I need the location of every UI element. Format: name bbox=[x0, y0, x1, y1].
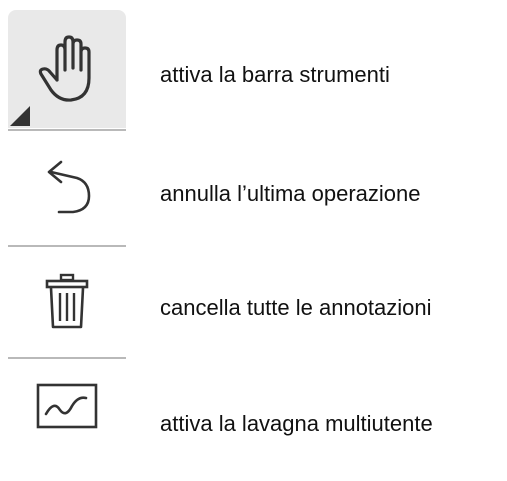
hand-icon bbox=[35, 34, 99, 104]
tool-description: cancella tutte le annotazioni bbox=[160, 295, 432, 320]
whiteboard-icon bbox=[36, 382, 98, 430]
undo-icon bbox=[39, 158, 95, 218]
trash-icon bbox=[44, 273, 90, 331]
toolbar-toggle-button[interactable] bbox=[8, 10, 126, 128]
toolbar bbox=[8, 10, 126, 452]
tool-description: annulla l’ultima operazione bbox=[160, 181, 421, 206]
undo-button[interactable] bbox=[8, 132, 126, 244]
divider bbox=[8, 357, 126, 359]
submenu-indicator-icon bbox=[10, 106, 30, 126]
tool-description: attiva la lavagna multiutente bbox=[160, 411, 433, 436]
divider bbox=[8, 245, 126, 247]
tool-description: attiva la barra strumenti bbox=[160, 62, 390, 87]
whiteboard-button[interactable] bbox=[8, 360, 126, 452]
divider bbox=[8, 129, 126, 131]
clear-annotations-button[interactable] bbox=[8, 248, 126, 356]
